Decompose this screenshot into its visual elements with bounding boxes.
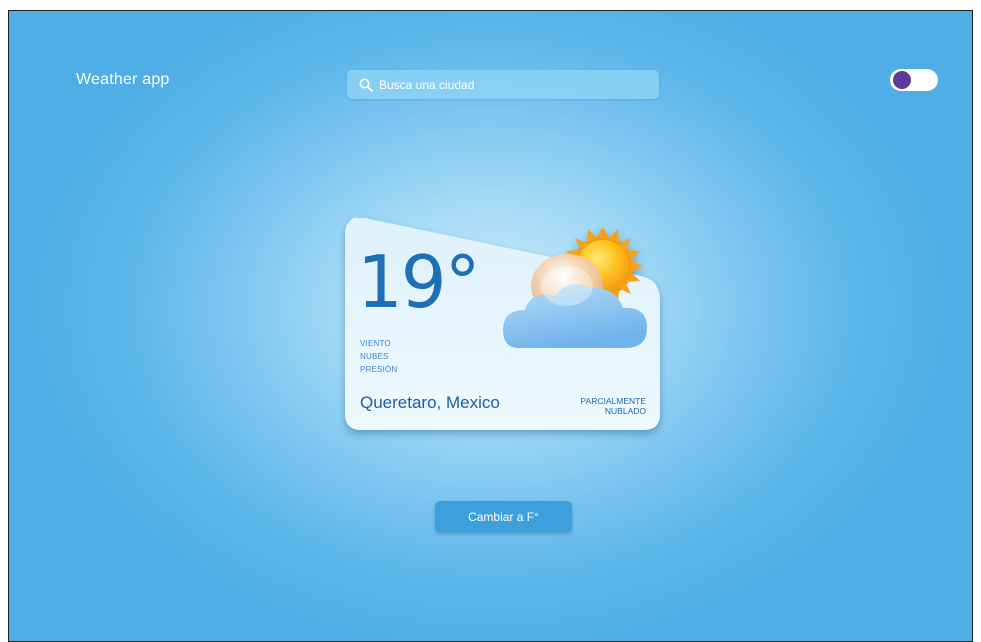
theme-toggle[interactable]	[890, 69, 938, 91]
condition-line-1: PARCIALMENTE	[580, 396, 647, 406]
city-name: Queretaro, Mexico	[360, 393, 500, 412]
toggle-knob	[893, 71, 911, 89]
weather-condition: PARCIALMENTE NUBLADO	[581, 396, 647, 416]
search-bar[interactable]	[347, 70, 659, 99]
weather-card: 19° VIENTO NUBES PRESIÓN Queretaro, Mexi…	[345, 216, 660, 430]
temperature: 19°	[357, 240, 481, 324]
convert-to-fahrenheit-button[interactable]: Cambiar a F°	[435, 501, 572, 532]
partly-cloudy-icon	[503, 228, 647, 348]
detail-wind: VIENTO	[360, 339, 391, 348]
app-window: Weather app 19° VIENTO NUBES P	[8, 10, 973, 642]
search-icon	[359, 78, 373, 92]
condition-line-2: NUBLADO	[604, 406, 646, 416]
weather-details: VIENTO NUBES PRESIÓN	[360, 337, 397, 376]
search-input[interactable]	[379, 77, 639, 92]
app-title: Weather app	[76, 71, 170, 88]
detail-pressure: PRESIÓN	[360, 365, 398, 374]
detail-clouds: NUBES	[360, 352, 389, 361]
